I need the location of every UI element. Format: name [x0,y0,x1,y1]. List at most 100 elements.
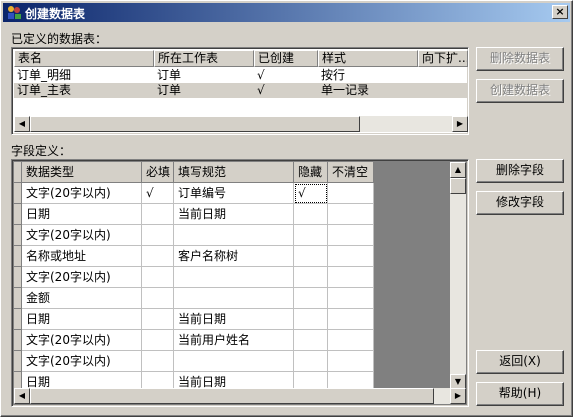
field-required-cell[interactable] [142,204,174,225]
field-hidden-cell[interactable] [294,351,328,372]
field-keep-cell[interactable] [328,183,374,204]
row-header[interactable] [14,225,22,246]
row-header[interactable] [14,267,22,288]
field-rule-cell[interactable]: 订单编号 [174,183,294,204]
field-keep-cell[interactable] [328,225,374,246]
grid-vscrollbar[interactable]: ▲ ▼ [450,162,466,390]
column-header-required[interactable]: 必填 [142,162,174,183]
field-required-cell[interactable]: √ [142,183,174,204]
column-header-expand[interactable]: 向下扩... [418,50,468,67]
scroll-left-button[interactable]: ◀ [14,388,30,404]
column-header-type[interactable]: 数据类型 [22,162,142,183]
field-hidden-cell[interactable] [294,225,328,246]
table-row[interactable]: 金额 [14,288,374,309]
field-keep-cell[interactable] [328,288,374,309]
scroll-right-button[interactable]: ▶ [452,116,468,132]
field-hidden-cell[interactable] [294,309,328,330]
field-type-cell[interactable]: 文字(20字以内) [22,330,142,351]
field-keep-cell[interactable] [328,204,374,225]
field-hidden-cell[interactable] [294,288,328,309]
field-type-cell[interactable]: 文字(20字以内) [22,351,142,372]
create-table-button[interactable]: 创建数据表 [476,79,564,103]
listview-hscrollbar[interactable]: ◀ ▶ [14,116,468,132]
field-type-cell[interactable]: 金额 [22,288,142,309]
row-header[interactable] [14,309,22,330]
field-type-cell[interactable]: 文字(20字以内) [22,183,142,204]
field-hidden-cell[interactable] [294,330,328,351]
table-row[interactable]: 文字(20字以内) [14,225,374,246]
field-rule-cell[interactable]: 当前日期 [174,309,294,330]
scroll-thumb[interactable] [30,388,434,404]
field-keep-cell[interactable] [328,267,374,288]
list-item-selected[interactable]: 订单_主表 订单 √ 单一记录 [14,83,468,98]
field-rule-cell[interactable] [174,225,294,246]
column-header-created[interactable]: 已创建 [254,50,318,67]
column-header-keep[interactable]: 不清空 [328,162,374,183]
field-type-cell[interactable]: 日期 [22,204,142,225]
field-rule-cell[interactable] [174,288,294,309]
field-type-cell[interactable]: 文字(20字以内) [22,225,142,246]
field-rule-cell[interactable]: 当前用户姓名 [174,330,294,351]
row-header[interactable] [14,288,22,309]
field-type-cell[interactable]: 名称或地址 [22,246,142,267]
defined-tables-listview[interactable]: 表名 所在工作表 已创建 样式 向下扩... 订单_明细 订单 √ 按行 订单_… [11,47,469,135]
back-button[interactable]: 返回(X) [476,350,564,374]
field-keep-cell[interactable] [328,309,374,330]
field-keep-cell[interactable] [328,246,374,267]
title-bar[interactable]: 创建数据表 × [3,3,570,22]
field-keep-cell[interactable] [328,351,374,372]
help-button[interactable]: 帮助(H) [476,382,564,406]
delete-table-button[interactable]: 删除数据表 [476,47,564,71]
close-button[interactable]: × [552,5,568,19]
field-rule-cell[interactable] [174,351,294,372]
row-header[interactable] [14,183,22,204]
field-required-cell[interactable] [142,309,174,330]
row-header[interactable] [14,246,22,267]
table-row[interactable]: 文字(20字以内) [14,351,374,372]
field-hidden-cell[interactable] [294,267,328,288]
table-row[interactable]: 日期 当前日期 [14,309,374,330]
field-required-cell[interactable] [142,267,174,288]
fields-grid[interactable]: 数据类型 必填 填写规范 隐藏 不清空 文字(20字以内) √ 订单编号 √ 日期 当前日… [11,159,469,407]
delete-field-button[interactable]: 删除字段 [476,159,564,183]
field-rule-cell[interactable] [174,267,294,288]
scroll-up-button[interactable]: ▲ [450,162,466,178]
arrow-left-icon: ◀ [18,119,26,128]
field-type-cell[interactable]: 文字(20字以内) [22,267,142,288]
modify-field-button[interactable]: 修改字段 [476,191,564,215]
scroll-thumb[interactable] [450,178,466,194]
field-hidden-cell[interactable] [294,204,328,225]
column-header-table-name[interactable]: 表名 [14,50,154,67]
field-hidden-cell[interactable]: √ [294,183,328,204]
scroll-right-button[interactable]: ▶ [450,388,466,404]
field-rule-cell[interactable]: 客户名称树 [174,246,294,267]
arrow-left-icon: ◀ [18,391,26,400]
row-header[interactable] [14,351,22,372]
table-row[interactable]: 文字(20字以内) 当前用户姓名 [14,330,374,351]
table-style-cell: 单一记录 [321,83,370,97]
field-rule-cell[interactable]: 当前日期 [174,204,294,225]
table-row[interactable]: 文字(20字以内) [14,267,374,288]
field-required-cell[interactable] [142,351,174,372]
column-header-style[interactable]: 样式 [318,50,418,67]
scroll-left-button[interactable]: ◀ [14,116,30,132]
field-required-cell[interactable] [142,246,174,267]
field-required-cell[interactable] [142,225,174,246]
field-type-cell[interactable]: 日期 [22,309,142,330]
column-header-hidden[interactable]: 隐藏 [294,162,328,183]
table-row[interactable]: 文字(20字以内) √ 订单编号 √ [14,183,374,204]
field-required-cell[interactable] [142,288,174,309]
row-header[interactable] [14,330,22,351]
column-header-rule[interactable]: 填写规范 [174,162,294,183]
column-header-sheet[interactable]: 所在工作表 [154,50,254,67]
list-item[interactable]: 订单_明细 订单 √ 按行 [14,68,468,83]
table-row[interactable]: 名称或地址 客户名称树 [14,246,374,267]
table-row[interactable]: 日期 当前日期 [14,204,374,225]
field-keep-cell[interactable] [328,330,374,351]
row-header[interactable] [14,204,22,225]
field-required-cell[interactable] [142,330,174,351]
field-hidden-cell[interactable] [294,246,328,267]
scroll-thumb[interactable] [30,116,360,132]
grid-hscrollbar[interactable]: ◀ ▶ [14,388,466,404]
grid-header: 数据类型 必填 填写规范 隐藏 不清空 [14,162,374,183]
